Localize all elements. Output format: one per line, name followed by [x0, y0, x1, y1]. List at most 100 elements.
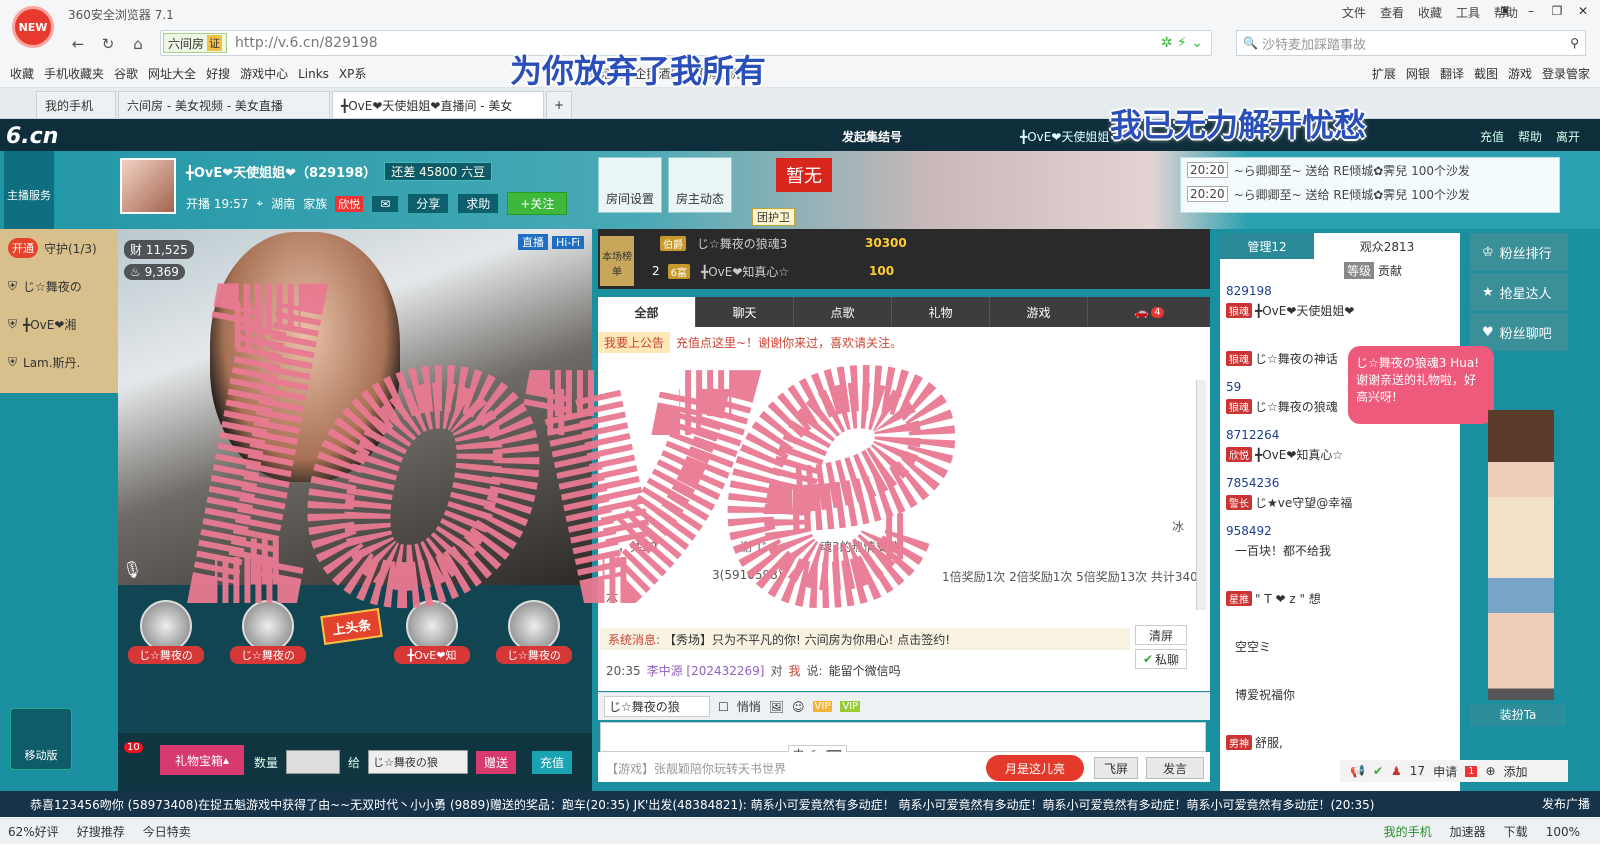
tool-login[interactable]: 登录管家	[1542, 65, 1590, 82]
guard-member[interactable]: ⛨ じ☆舞夜の	[0, 267, 118, 305]
emoji-icon[interactable]: ☺	[792, 700, 805, 714]
quantity-input[interactable]	[286, 750, 341, 774]
message-input[interactable]	[600, 722, 1206, 752]
image-icon[interactable]: 🖼	[769, 700, 784, 714]
audience-item[interactable]: 8712264 欣悦 ╋OvE❤知真心☆	[1226, 428, 1343, 463]
apply-link[interactable]: 申请	[1433, 763, 1457, 780]
msg-user[interactable]: 李中源 [202432269]	[647, 662, 765, 679]
publish-broadcast-button[interactable]: 发布广播	[1542, 795, 1590, 812]
ok-icon[interactable]: ✔	[1373, 764, 1383, 778]
search-box[interactable]: 🔍 沙特麦加踩踏事故 ⚲	[1236, 30, 1586, 56]
audience-item[interactable]: 博爱祝福你	[1226, 668, 1295, 703]
site-logo[interactable]: 6.cn	[6, 124, 58, 149]
audience-item[interactable]: 958492 一百块！都不给我	[1226, 524, 1331, 559]
sale-link[interactable]: 今日特卖	[143, 823, 191, 840]
menu-tools[interactable]: 工具	[1456, 4, 1480, 21]
tab-car[interactable]: 🚗 4	[1088, 297, 1210, 327]
menu-view[interactable]: 查看	[1380, 4, 1404, 21]
accelerator-link[interactable]: 加速器	[1450, 823, 1486, 840]
leave-link[interactable]: 离开	[1556, 128, 1580, 145]
quiet-checkbox[interactable]: ☐	[718, 700, 729, 714]
add-icon[interactable]: ⊕	[1485, 764, 1495, 778]
download-link[interactable]: 下载	[1504, 823, 1528, 840]
chat-scrollbar[interactable]	[1196, 380, 1206, 610]
tab-mobile[interactable]: 我的手机	[36, 91, 116, 118]
bookmark-mobile[interactable]: 手机收藏夹	[44, 65, 104, 82]
home-icon[interactable]: ⌂	[124, 30, 152, 58]
mic-icon[interactable]: 🎙	[122, 560, 142, 579]
bookmark-favorites[interactable]: 收藏	[10, 65, 34, 82]
virtual-avatar[interactable]	[1488, 410, 1554, 700]
vip-color-button[interactable]: VIP	[840, 701, 861, 712]
header-username[interactable]: ╋OvE❤天使姐姐	[1020, 128, 1109, 145]
mobile-version-button[interactable]: 移动版	[10, 708, 72, 770]
chat-target-select[interactable]: じ☆舞夜の狼	[604, 696, 710, 717]
search-input[interactable]: 沙特麦加踩踏事故	[1262, 34, 1366, 53]
recharge-link[interactable]: 充值	[1480, 128, 1504, 145]
host-service-button[interactable]: 主播服务	[4, 151, 54, 229]
back-icon[interactable]: ←	[64, 30, 92, 58]
clear-screen-button[interactable]: 清屏	[1135, 625, 1187, 645]
tab-6cn-home[interactable]: 六间房 - 美女视频 - 美女直播	[118, 91, 330, 118]
tab-live-room[interactable]: ╋OvE❤天使姐姐❤直播间 - 美女	[332, 91, 544, 118]
bookmark-hao123[interactable]: 网址大全	[148, 65, 196, 82]
guard-member[interactable]: ⛨ Lam.斯丹.	[0, 343, 118, 381]
tool-screenshot[interactable]: 截图	[1474, 65, 1498, 82]
audience-item[interactable]: 59 狼魂 じ☆舞夜の狼魂	[1226, 380, 1338, 415]
give-button[interactable]: 赠送	[476, 750, 517, 774]
menu-favorites[interactable]: 收藏	[1418, 4, 1442, 21]
msg-me[interactable]: 我	[789, 662, 801, 679]
audience-item[interactable]: 男神 舒服,	[1226, 716, 1283, 751]
star-grab-button[interactable]: ★ 抢星达人	[1470, 273, 1568, 311]
zoom-level[interactable]: 100%	[1546, 825, 1580, 839]
site-badge[interactable]: 六间房证	[163, 33, 228, 53]
add-link[interactable]: 添加	[1504, 763, 1528, 780]
bookmark-games[interactable]: 游戏中心	[240, 65, 288, 82]
search-engine-icon[interactable]: 🔍	[1243, 36, 1258, 50]
rally-link[interactable]: 发起集结号	[842, 128, 902, 145]
url-text[interactable]: http://v.6.cn/829198	[235, 35, 378, 51]
close-button[interactable]: ✕	[1570, 0, 1596, 22]
system-message[interactable]: 系统消息: 【秀场】只为不平凡的你! 六间房为你用心! 点击签约!	[600, 628, 1130, 650]
month-rank-button[interactable]: 月是这儿亮	[986, 755, 1084, 781]
maximize-button[interactable]: ❐	[1544, 0, 1570, 22]
search-icon[interactable]: ⚲	[1570, 36, 1579, 50]
audience-item[interactable]: 星推 " T ❤ z " 想	[1226, 572, 1321, 607]
menu-file[interactable]: 文件	[1342, 4, 1366, 21]
audience-item[interactable]: 829198 狼魂 ╋OvE❤天使姐姐❤	[1226, 284, 1354, 319]
guardian-none-badge[interactable]: 暂无	[776, 158, 832, 192]
bookmark-links[interactable]: Links	[298, 67, 329, 81]
host-avatar[interactable]	[120, 158, 176, 214]
fly-screen-button[interactable]: 飞屏	[1094, 757, 1138, 779]
recommend-link[interactable]: 好搜推荐	[77, 823, 125, 840]
bookmark-haosou[interactable]: 好搜	[206, 65, 230, 82]
browser-logo[interactable]: NEW	[12, 6, 54, 48]
audience-item[interactable]: 空空ミ	[1226, 620, 1271, 655]
dress-up-button[interactable]: 装扮Ta	[1470, 704, 1566, 726]
skin-icon[interactable]: ♜	[1492, 0, 1518, 22]
bookmark-xp[interactable]: XP系	[339, 65, 366, 82]
fans-rank-button[interactable]: ♔ 粉丝排行	[1470, 233, 1568, 271]
help-link[interactable]: 帮助	[1518, 128, 1542, 145]
audience-item[interactable]: 7854236 警长 じ★ve守望@幸福	[1226, 476, 1352, 511]
bookmark-google[interactable]: 谷歌	[114, 65, 138, 82]
fans-chat-button[interactable]: ♥ 粉丝聊吧	[1470, 313, 1568, 351]
tab-audience[interactable]: 观众2813	[1314, 233, 1460, 259]
gift-box-button[interactable]: 礼物宝箱 ▴	[160, 745, 244, 775]
sort-by-contribution[interactable]: 贡献	[1378, 262, 1402, 279]
recharge-button[interactable]: 充值	[532, 750, 573, 774]
rating-link[interactable]: 62%好评	[8, 823, 59, 840]
guard-member[interactable]: ⛨ ╋OvE❤湘	[0, 305, 118, 343]
vip-emoji-button[interactable]: VIP	[812, 701, 833, 712]
open-guard-button[interactable]: 开通	[8, 238, 38, 258]
tool-translate[interactable]: 翻译	[1440, 65, 1464, 82]
tool-extensions[interactable]: 扩展	[1372, 65, 1396, 82]
tab-admins[interactable]: 管理12	[1220, 233, 1314, 259]
security-icon[interactable]: ✲ ⚡ ⌄	[1161, 35, 1203, 51]
refresh-icon[interactable]: ↻	[94, 30, 122, 58]
gift-target-select[interactable]: じ☆舞夜の狼	[368, 750, 469, 774]
game-message[interactable]: 【游戏】张靓颖陪你玩转天书世界	[606, 760, 786, 777]
tab-games[interactable]: 游戏	[990, 297, 1088, 327]
speaker-icon[interactable]: 📢	[1350, 764, 1365, 778]
private-chat-toggle[interactable]: ✔ 私聊	[1135, 649, 1187, 669]
